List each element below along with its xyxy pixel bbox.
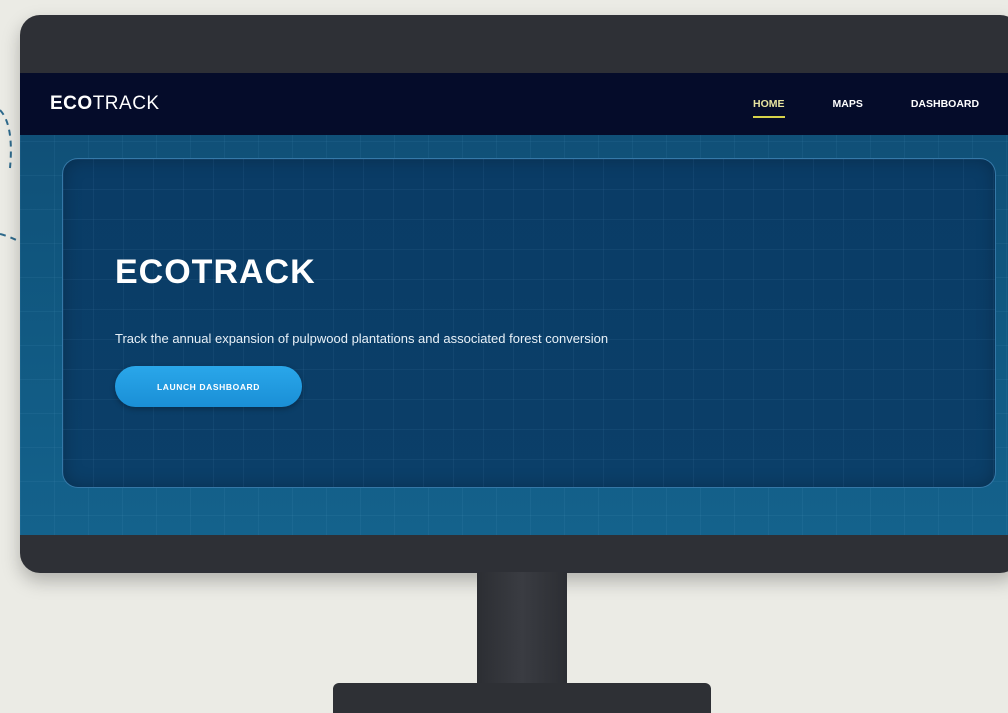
hero-title: ECOTRACK (115, 253, 316, 291)
logo-rest: TRACK (92, 93, 160, 114)
nav-item-dashboard[interactable]: DASHBOARD (911, 98, 979, 110)
monitor-frame: ECOTRACK HOME MAPS DASHBOARD ECOTRACK Tr… (20, 15, 1008, 573)
launch-dashboard-button[interactable]: LAUNCH DASHBOARD (115, 366, 302, 407)
top-navbar: ECOTRACK HOME MAPS DASHBOARD (20, 73, 1008, 135)
monitor-stand-neck (477, 572, 567, 687)
screen: ECOTRACK HOME MAPS DASHBOARD ECOTRACK Tr… (20, 73, 1008, 535)
nav-item-home[interactable]: HOME (753, 98, 785, 118)
nav-item-maps[interactable]: MAPS (833, 98, 863, 110)
hero-grid-pattern (63, 159, 995, 487)
hero-card: ECOTRACK Track the annual expansion of p… (62, 158, 996, 488)
monitor-stand-base (333, 683, 711, 713)
hero-subtitle: Track the annual expansion of pulpwood p… (115, 331, 609, 346)
logo[interactable]: ECOTRACK (50, 93, 160, 115)
main-nav: HOME MAPS DASHBOARD (753, 73, 1008, 135)
logo-bold: ECO (50, 93, 93, 114)
